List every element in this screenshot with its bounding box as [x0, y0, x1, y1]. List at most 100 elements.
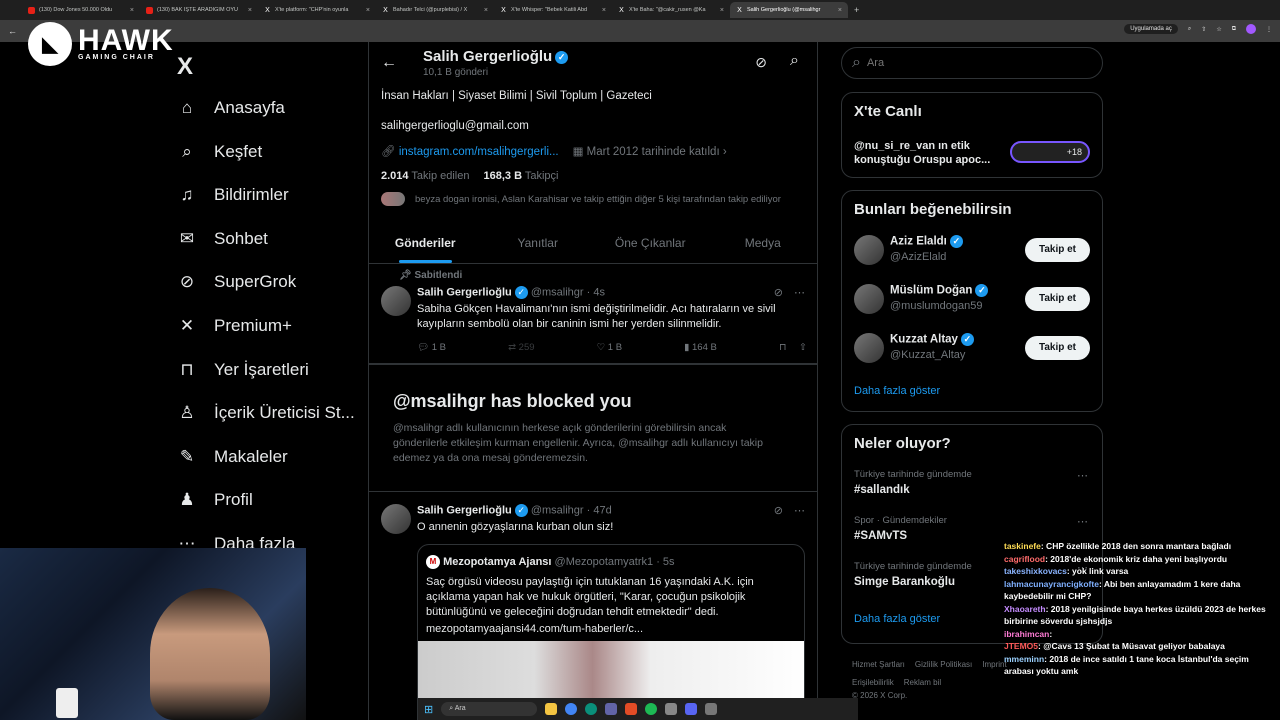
- more-icon[interactable]: ⋯: [794, 505, 805, 517]
- spotify-icon[interactable]: [645, 703, 658, 715]
- post-time[interactable]: · 47d: [587, 504, 612, 516]
- extensions-icon[interactable]: ⧉: [1232, 26, 1236, 33]
- browser-tab[interactable]: X Salih Gergerlioğlu (@msalihgr ×: [730, 2, 848, 18]
- quote-link[interactable]: mezopotamyaajansi44.com/tum-haberler/c..…: [426, 623, 643, 635]
- reply-button[interactable]: 💬︎ 1 B: [417, 342, 446, 353]
- tab-close-icon[interactable]: ×: [602, 7, 606, 14]
- avatar[interactable]: [854, 284, 884, 314]
- youtube-favicon-icon: [28, 6, 35, 14]
- post-handle[interactable]: @msalihgr: [531, 504, 584, 516]
- tab-1[interactable]: Gönderiler: [369, 222, 482, 263]
- following-link[interactable]: 2.014 Takip edilen: [381, 170, 469, 182]
- show-more-link[interactable]: Daha fazla göster: [854, 385, 940, 397]
- explorer-icon[interactable]: [545, 703, 558, 715]
- footer-link[interactable]: Erişilebilirlik: [852, 674, 894, 692]
- grok-icon[interactable]: ⊘: [774, 287, 783, 299]
- avatar[interactable]: [854, 235, 884, 265]
- x-logo[interactable]: X: [177, 53, 193, 81]
- share-icon[interactable]: ⇧: [1201, 26, 1206, 33]
- footer-link[interactable]: Gizlilik Politikası: [915, 656, 972, 674]
- sidebar-item-8[interactable]: ♙ İçerik Üreticisi St...: [176, 402, 354, 424]
- browser-tab[interactable]: X X'te Baha: "@cakir_rusen @Ka ×: [612, 2, 730, 18]
- post-handle[interactable]: @msalihgr: [531, 286, 584, 298]
- browser-tab[interactable]: X Bahadır Telci (@purplebisi) / X ×: [376, 2, 494, 18]
- browser-tab[interactable]: (130) Dow Jones 50.000 Oldu ×: [22, 2, 140, 18]
- edge-icon[interactable]: [585, 703, 598, 715]
- live-card[interactable]: X'te Canlı @nu_si_re_van ın etik konuştu…: [841, 92, 1103, 178]
- taskbar-search[interactable]: ⌕ Ara: [441, 702, 538, 716]
- footer-link[interactable]: Hizmet Şartları: [852, 656, 905, 674]
- tab-4[interactable]: Medya: [707, 222, 818, 263]
- menu-icon[interactable]: ⋮: [1266, 26, 1272, 33]
- app-icon[interactable]: [665, 703, 678, 715]
- app-icon[interactable]: [625, 703, 638, 715]
- open-in-app-button[interactable]: Uygulamada aç: [1124, 24, 1178, 34]
- windows-start-icon[interactable]: ⊞: [424, 703, 433, 716]
- browser-tab[interactable]: X X'te Whisper: "Bebek Katili Abd ×: [494, 2, 612, 18]
- post-author[interactable]: Salih Gergerlioğlu: [417, 286, 512, 298]
- quoted-post[interactable]: M Mezopotamya Ajansı @Mezopotamyatrk1 · …: [417, 544, 805, 720]
- browser-toolbar: ← Uygulamada aç ⌕ ⇧ ☆ ⧉ ⋮: [0, 20, 1280, 42]
- app-icon[interactable]: [685, 703, 698, 715]
- trends-show-more[interactable]: Daha fazla göster: [854, 613, 940, 625]
- more-icon[interactable]: ⋯: [1077, 469, 1088, 482]
- post-time[interactable]: · 4s: [587, 286, 605, 298]
- search-icon[interactable]: ⌕: [790, 52, 799, 70]
- back-arrow-icon[interactable]: ←: [381, 54, 397, 72]
- sidebar-item-4[interactable]: ✉ Sohbet: [176, 228, 268, 250]
- followed-by-text[interactable]: beyza dogan ironisi, Aslan Karahisar ve …: [415, 194, 781, 205]
- x-favicon-icon: X: [383, 6, 388, 14]
- pinned-post[interactable]: 📌︎ Sabitlendi Salih Gergerlioğlu ✓ @msali…: [369, 264, 817, 364]
- new-tab-button[interactable]: +: [854, 5, 859, 15]
- back-icon[interactable]: ←: [8, 26, 17, 36]
- views-button[interactable]: ▮ 164 B: [684, 342, 717, 353]
- sidebar-item-7[interactable]: ⊓ Yer İşaretleri: [176, 359, 308, 381]
- live-participants[interactable]: +18: [1010, 141, 1090, 163]
- follow-button[interactable]: Takip et: [1025, 238, 1090, 262]
- tab-close-icon[interactable]: ×: [720, 7, 724, 14]
- sidebar-item-3[interactable]: ♫ Bildirimler: [176, 184, 289, 206]
- more-icon[interactable]: ⋯: [794, 287, 805, 299]
- profile-avatar[interactable]: [1246, 24, 1256, 34]
- tab-close-icon[interactable]: ×: [484, 7, 488, 14]
- sidebar-item-1[interactable]: ⌂ Anasayfa: [176, 97, 285, 119]
- tab-3[interactable]: Öne Çıkanlar: [594, 222, 707, 263]
- tab-close-icon[interactable]: ×: [130, 7, 134, 14]
- tab-close-icon[interactable]: ×: [366, 7, 370, 14]
- sidebar-item-5[interactable]: ⊘ SuperGrok: [176, 271, 296, 293]
- search-input[interactable]: [866, 57, 1067, 69]
- avatar[interactable]: [854, 333, 884, 363]
- tab-2[interactable]: Yanıtlar: [482, 222, 595, 263]
- followers-link[interactable]: 168,3 B Takipçi: [483, 170, 558, 182]
- repost-button[interactable]: ⇄ 259: [508, 342, 534, 353]
- sidebar-item-9[interactable]: ✎ Makaleler: [176, 446, 288, 468]
- post-author[interactable]: Salih Gergerlioğlu: [417, 504, 512, 516]
- browser-tab[interactable]: (130) BAK İŞTE ARADIĞIM OYU ×: [140, 2, 258, 18]
- post[interactable]: Salih Gergerlioğlu ✓ @msalihgr · 47d ⊘ ⋯ …: [369, 492, 817, 720]
- sidebar-item-2[interactable]: ⌕ Keşfet: [176, 141, 262, 163]
- sidebar-item-10[interactable]: ♟ Profil: [176, 489, 252, 511]
- more-icon[interactable]: ⋯: [1077, 515, 1088, 528]
- app-icon[interactable]: [705, 703, 718, 715]
- footer-link[interactable]: Reklam bil: [904, 674, 941, 692]
- tab-close-icon[interactable]: ×: [248, 7, 252, 14]
- avatar[interactable]: [381, 504, 411, 534]
- like-button[interactable]: ♡ 1 B: [597, 342, 622, 353]
- avatar[interactable]: [381, 286, 411, 316]
- grok-icon[interactable]: ⊘: [774, 505, 783, 517]
- tab-close-icon[interactable]: ×: [838, 7, 842, 14]
- share-icon[interactable]: ⇧: [799, 342, 807, 353]
- follow-button[interactable]: Takip et: [1025, 287, 1090, 311]
- bookmark-icon[interactable]: ⊓: [779, 342, 786, 353]
- star-icon[interactable]: ☆: [1216, 26, 1221, 33]
- blocked-body: @msalihgr adlı kullanıcının herkese açık…: [393, 422, 763, 464]
- sidebar-item-6[interactable]: ✕ Premium+: [176, 315, 292, 337]
- app-icon[interactable]: [605, 703, 618, 715]
- zoom-icon[interactable]: ⌕: [1188, 26, 1191, 33]
- grok-icon[interactable]: ⊘: [755, 54, 767, 71]
- follow-button[interactable]: Takip et: [1025, 336, 1090, 360]
- browser-tab[interactable]: X X'te platform: "CHP'nin oyunla ×: [258, 2, 376, 18]
- chrome-icon[interactable]: [565, 703, 578, 715]
- search-box[interactable]: ⌕: [841, 47, 1103, 79]
- profile-link[interactable]: instagram.com/msalihgergerli...: [399, 146, 559, 158]
